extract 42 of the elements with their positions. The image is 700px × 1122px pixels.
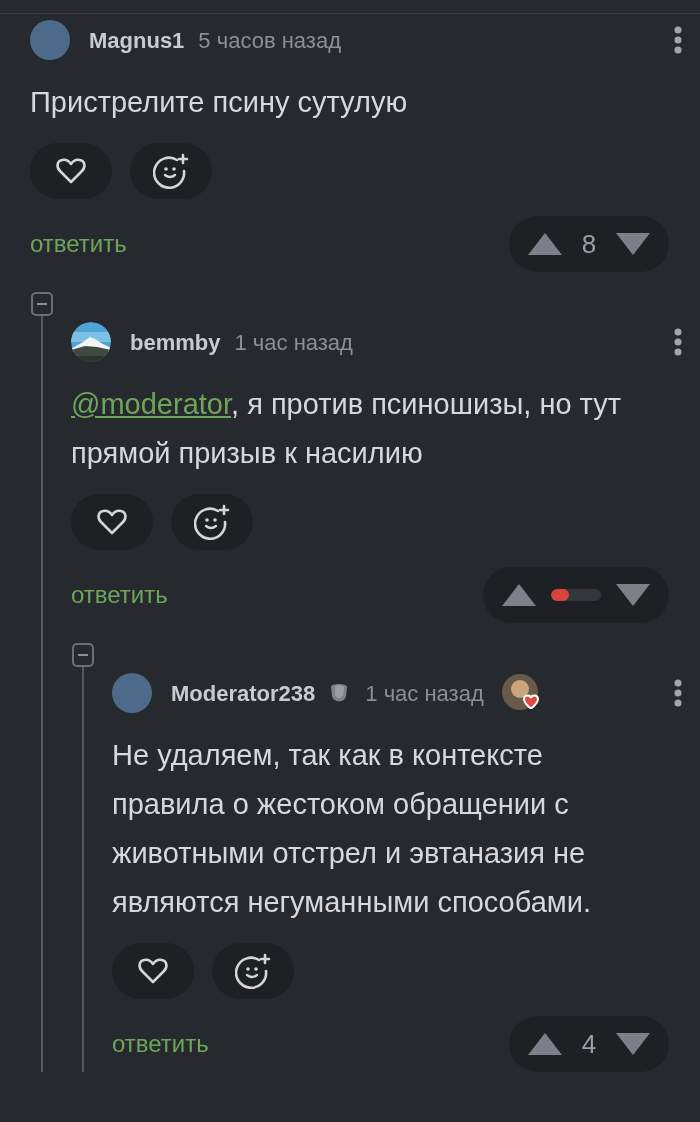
comment-text: Пристрелите псину сутулую bbox=[30, 85, 409, 120]
author-name[interactable]: bemmby bbox=[130, 325, 221, 359]
comment-time: 1 час назад bbox=[365, 679, 484, 708]
rating-count: 8 bbox=[580, 227, 598, 261]
reply-link[interactable]: ответить bbox=[30, 226, 127, 262]
smiley-plus-icon bbox=[235, 953, 271, 989]
add-reaction-button[interactable] bbox=[130, 143, 212, 199]
upvote-button[interactable] bbox=[527, 231, 563, 257]
like-button[interactable] bbox=[71, 494, 153, 550]
collapse-button[interactable] bbox=[31, 292, 53, 316]
like-button[interactable] bbox=[30, 143, 112, 199]
rating-count: 4 bbox=[580, 1027, 598, 1061]
add-reaction-button[interactable] bbox=[212, 943, 294, 999]
up-arrow-icon bbox=[527, 1031, 563, 1057]
smiley-plus-icon bbox=[153, 153, 189, 189]
more-options-icon[interactable] bbox=[674, 26, 682, 54]
comment-text: @moderator, я против псиношизы, но тут прямой призыв к насилию bbox=[71, 387, 622, 471]
reply-link[interactable]: ответить bbox=[112, 1026, 209, 1062]
down-arrow-icon bbox=[615, 1031, 651, 1057]
down-arrow-icon bbox=[615, 582, 651, 608]
upvote-button[interactable] bbox=[501, 582, 537, 608]
downvote-button[interactable] bbox=[615, 231, 651, 257]
upvote-button[interactable] bbox=[527, 1031, 563, 1057]
reply-link[interactable]: ответить bbox=[71, 577, 168, 613]
up-arrow-icon bbox=[501, 582, 537, 608]
more-options-icon[interactable] bbox=[674, 328, 682, 356]
up-arrow-icon bbox=[527, 231, 563, 257]
collapse-button[interactable] bbox=[72, 643, 94, 667]
more-options-icon[interactable] bbox=[674, 679, 682, 707]
heart-award-icon[interactable] bbox=[499, 673, 540, 713]
mention-link[interactable]: @moderator bbox=[71, 388, 231, 420]
downvote-button[interactable] bbox=[615, 582, 651, 608]
author-name[interactable]: Magnus1 bbox=[89, 23, 185, 57]
like-button[interactable] bbox=[112, 943, 194, 999]
down-arrow-icon bbox=[615, 231, 651, 257]
comment-time: 1 час назад bbox=[234, 328, 353, 357]
add-reaction-button[interactable] bbox=[171, 494, 253, 550]
smiley-plus-icon bbox=[194, 504, 230, 540]
comment-time: 5 часов назад bbox=[198, 26, 341, 55]
downvote-button[interactable] bbox=[615, 1031, 651, 1057]
author-name[interactable]: Moderator238 bbox=[171, 676, 316, 710]
comment-text: Не удаляем, так как в контексте правила о жестоком обращении с животными отстрел и эвтаназия не являются негуманными способами. bbox=[112, 738, 592, 920]
